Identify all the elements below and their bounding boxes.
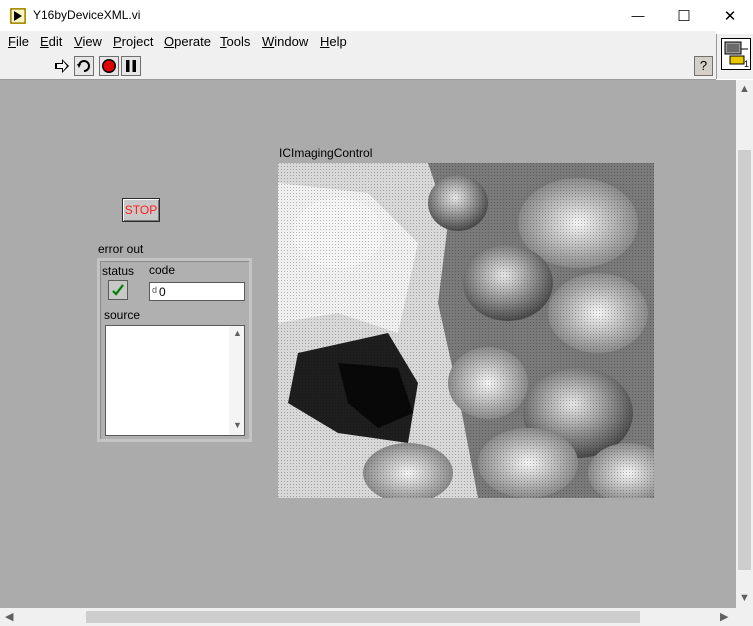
run-continuously-button[interactable] xyxy=(74,56,94,76)
title-bar: Y16byDeviceXML.vi — ☐ ✕ xyxy=(0,0,753,31)
pause-button[interactable] xyxy=(121,56,141,76)
labview-vi-icon xyxy=(10,8,26,24)
code-label: code xyxy=(149,263,176,277)
imaging-control-label: ICImagingControl xyxy=(279,146,373,160)
help-icon: ? xyxy=(699,58,708,73)
menu-window[interactable]: Window xyxy=(262,34,308,49)
checkmark-icon xyxy=(112,284,124,296)
scroll-down-arrow-icon[interactable]: ▼ xyxy=(739,592,750,604)
code-radix: d xyxy=(152,285,158,295)
scroll-corner xyxy=(736,608,753,626)
camera-image-display[interactable] xyxy=(278,163,654,498)
connector-terminal-number: 1 xyxy=(743,59,749,69)
scroll-up-icon[interactable]: ▲ xyxy=(233,328,242,338)
error-out-label: error out xyxy=(98,242,144,256)
run-button[interactable] xyxy=(52,56,72,76)
close-button[interactable]: ✕ xyxy=(707,0,753,31)
vi-connector-icon[interactable]: 1 xyxy=(721,38,751,70)
menu-tools[interactable]: Tools xyxy=(220,34,250,49)
window-title: Y16byDeviceXML.vi xyxy=(33,8,141,22)
maximize-icon: ☐ xyxy=(677,7,691,25)
maximize-button[interactable]: ☐ xyxy=(661,0,707,31)
camera-image xyxy=(278,163,654,498)
menu-edit[interactable]: Edit xyxy=(40,34,62,49)
menu-bar: File Edit View Project Operate Tools Win… xyxy=(0,31,716,53)
menu-operate[interactable]: Operate xyxy=(164,34,211,49)
minimize-button[interactable]: — xyxy=(615,0,661,31)
pause-icon xyxy=(126,60,136,72)
status-label: status xyxy=(102,264,135,278)
status-indicator xyxy=(108,280,128,300)
source-scrollbar[interactable]: ▲ ▼ xyxy=(229,326,244,435)
code-value: 0 xyxy=(159,285,166,299)
run-continuously-icon xyxy=(77,60,90,72)
abort-button[interactable] xyxy=(99,56,119,76)
source-label: source xyxy=(104,308,141,322)
menu-view[interactable]: View xyxy=(74,34,102,49)
stop-button-label: STOP xyxy=(124,203,158,217)
run-icon xyxy=(55,59,69,73)
source-indicator: ▲ ▼ xyxy=(105,325,245,436)
stop-button[interactable]: STOP xyxy=(122,198,160,222)
menu-file[interactable]: File xyxy=(8,34,29,49)
scroll-left-arrow-icon[interactable]: ◀ xyxy=(5,610,13,623)
abort-icon xyxy=(102,59,116,73)
close-icon: ✕ xyxy=(723,7,737,25)
menu-help[interactable]: Help xyxy=(320,34,347,49)
context-help-button[interactable]: ? xyxy=(694,56,713,76)
menu-project[interactable]: Project xyxy=(113,34,153,49)
minimize-icon: — xyxy=(631,8,645,23)
scroll-down-icon[interactable]: ▼ xyxy=(233,420,242,430)
code-indicator: d 0 xyxy=(149,282,245,301)
vertical-scroll-thumb[interactable] xyxy=(738,150,751,570)
toolbar xyxy=(0,53,716,80)
scroll-right-arrow-icon[interactable]: ▶ xyxy=(720,610,728,623)
scroll-up-arrow-icon[interactable]: ▲ xyxy=(739,83,750,95)
horizontal-scroll-thumb[interactable] xyxy=(86,611,640,623)
